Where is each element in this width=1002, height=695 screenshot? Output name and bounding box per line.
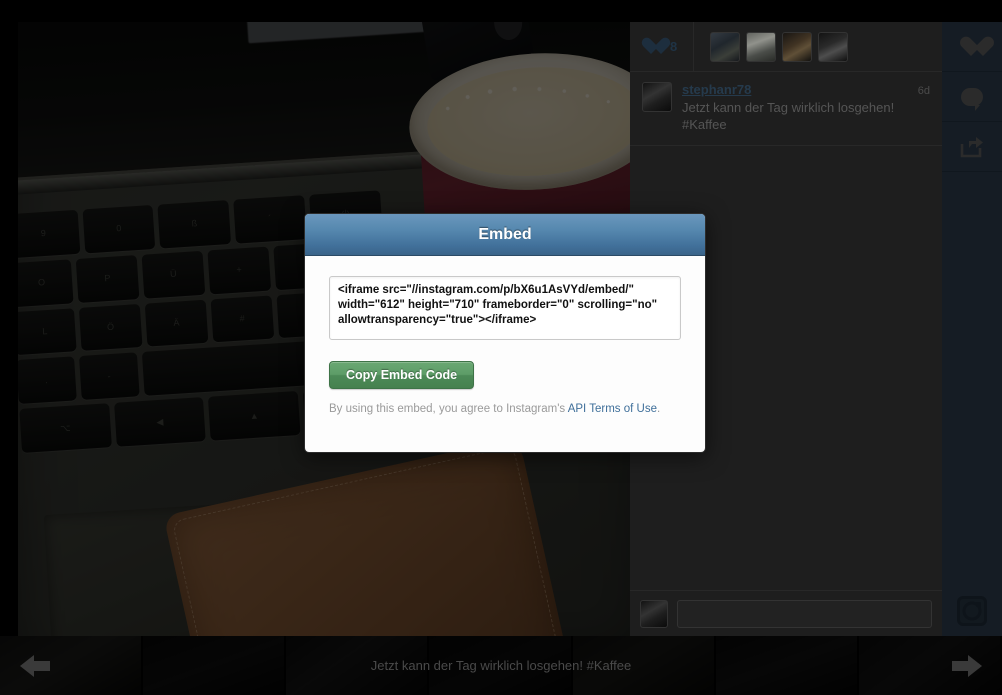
modal-header: Embed	[305, 214, 705, 256]
likes-row: 8	[630, 22, 942, 72]
share-icon	[960, 136, 983, 157]
comment-input[interactable]	[677, 599, 932, 628]
modal-body: Copy Embed Code By using this embed, you…	[305, 256, 705, 415]
heart-icon	[961, 37, 983, 57]
liker-avatar[interactable]	[746, 31, 777, 62]
comment-author-username[interactable]: stephanr78	[682, 82, 751, 97]
comment-compose-bar	[630, 590, 942, 636]
share-button[interactable]	[942, 122, 1002, 172]
arrow-left-icon	[20, 654, 34, 677]
api-terms-of-use-link[interactable]: API Terms of Use	[568, 403, 657, 415]
instagram-lightbox: 90ß´⏻ OPÜ+⌫ LÖÄ#⏎ .-⇧ ⌥◀▲▶	[0, 0, 1002, 695]
copy-embed-code-button[interactable]: Copy Embed Code	[329, 361, 475, 389]
liker-avatar[interactable]	[818, 31, 849, 62]
comment-button[interactable]	[942, 72, 1002, 122]
liker-avatar[interactable]	[710, 31, 741, 62]
like-button[interactable]	[942, 22, 1002, 72]
comment-author-avatar[interactable]	[642, 82, 672, 112]
liker-avatar[interactable]	[782, 31, 813, 62]
instagram-camera-icon[interactable]	[957, 596, 987, 626]
embed-code-textarea[interactable]	[329, 276, 681, 340]
modal-title: Embed	[478, 225, 532, 243]
liker-avatars	[693, 22, 849, 71]
like-count: 8	[670, 39, 678, 54]
next-photo-button[interactable]	[952, 654, 982, 677]
comment-text: Jetzt kann der Tag wirklich losgehen! #K…	[682, 100, 895, 132]
previous-photo-button[interactable]	[20, 654, 50, 677]
modal-footer-text: By using this embed, you agree to Instag…	[329, 403, 681, 415]
comment-timestamp: 6d	[917, 85, 930, 97]
comment-header: stephanr78 6d	[682, 82, 930, 97]
photo-carousel-strip: Jetzt kann der Tag wirklich losgehen! #K…	[0, 636, 1002, 695]
strip-dim-overlay	[0, 636, 1002, 695]
footer-prefix: By using this embed, you agree to Instag…	[329, 403, 568, 415]
heart-icon	[642, 38, 661, 55]
screen-content	[246, 22, 450, 44]
comment-body: stephanr78 6d Jetzt kann der Tag wirklic…	[682, 82, 930, 133]
footer-suffix: .	[656, 403, 661, 415]
comment-item: stephanr78 6d Jetzt kann der Tag wirklic…	[630, 72, 942, 146]
speech-bubble-icon	[961, 87, 983, 111]
arrow-right-stem	[952, 660, 968, 671]
action-rail	[942, 22, 1002, 636]
embed-modal: Embed Copy Embed Code By using this embe…	[304, 213, 706, 453]
arrow-left-stem	[34, 660, 50, 671]
arrow-right-icon	[968, 654, 982, 677]
current-user-avatar	[640, 599, 668, 628]
